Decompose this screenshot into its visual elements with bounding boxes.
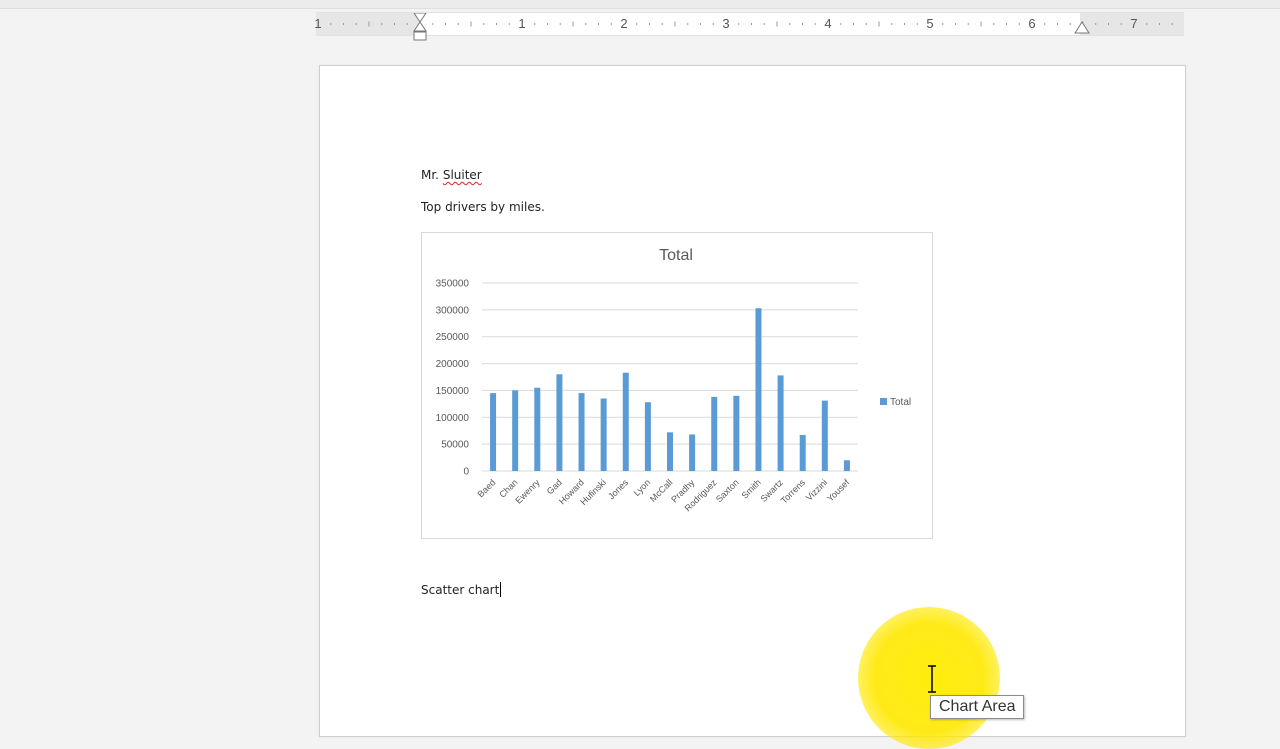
ruler-number: 7 [1130, 16, 1138, 31]
x-tick-label: Ewenry [513, 477, 542, 506]
y-tick-label: 0 [463, 467, 469, 478]
doc-line-teacher[interactable]: Mr. Sluiter [421, 168, 482, 182]
bar [777, 375, 784, 471]
y-tick-label: 300000 [436, 305, 470, 316]
bar [534, 387, 541, 471]
ibeam-cursor-icon [928, 665, 936, 693]
bar [689, 434, 696, 471]
bar [578, 393, 585, 471]
bar [733, 395, 740, 471]
document-page[interactable]: Mr. Sluiter Top drivers by miles. Total 0… [319, 65, 1186, 737]
doc-line-scatter[interactable]: Scatter chart [421, 582, 502, 597]
bar [755, 308, 762, 471]
ruler-number: 2 [620, 16, 628, 31]
ruler-number: 1 [518, 16, 526, 31]
y-tick-label: 350000 [436, 279, 470, 290]
bar [843, 460, 850, 471]
x-tick-label: Baed [476, 477, 498, 499]
bar [490, 393, 497, 471]
indent-marker-icon[interactable] [412, 13, 428, 43]
legend-label: Total [890, 397, 911, 408]
bar [512, 390, 519, 471]
right-indent-marker-icon[interactable] [1074, 21, 1090, 35]
chart-title: Total [659, 247, 693, 264]
legend-swatch [880, 398, 887, 405]
x-tick-label: Yousef [825, 477, 852, 504]
chart-area[interactable]: Total 0 50000 100000 150000 200000 250000 30000… [421, 232, 933, 539]
scatter-chart-text: Scatter chart [421, 583, 500, 597]
tooltip: Chart Area [930, 695, 1025, 719]
ruler-ticks [330, 21, 1173, 27]
x-tick-label: Gad [545, 477, 564, 496]
horizontal-ruler[interactable]: 1 1 2 3 4 5 6 7 [314, 12, 1184, 41]
y-tick-label: 250000 [436, 332, 470, 343]
ruler-number: 4 [824, 16, 832, 31]
x-tick-label: Vizzini [804, 477, 829, 502]
x-tick-label: Torrens [779, 477, 808, 506]
y-tick-label: 100000 [436, 413, 470, 424]
ruler-number: 1 [314, 16, 322, 31]
x-tick-label: Saxton [714, 477, 741, 504]
text-cursor [500, 582, 502, 597]
bar [556, 374, 563, 471]
window-top-strip [0, 0, 1280, 9]
ruler-number: 5 [926, 16, 934, 31]
bar [644, 402, 651, 471]
bar [799, 435, 806, 471]
y-tick-label: 50000 [441, 440, 469, 451]
bar [821, 400, 828, 471]
teacher-prefix: Mr. [421, 168, 443, 182]
bar [600, 398, 607, 471]
ruler-number: 6 [1028, 16, 1036, 31]
bar-chart: Total 0 50000 100000 150000 200000 250000 30000… [436, 247, 912, 513]
x-tick-label: Jones [606, 477, 630, 501]
teacher-name-misspelled[interactable]: Sluiter [443, 168, 482, 182]
ruler-number: 3 [722, 16, 730, 31]
bar [711, 396, 718, 471]
y-tick-label: 150000 [436, 386, 470, 397]
bar [667, 432, 673, 471]
doc-line-subtitle[interactable]: Top drivers by miles. [421, 200, 545, 214]
bar [622, 372, 629, 471]
y-tick-label: 200000 [436, 359, 470, 370]
